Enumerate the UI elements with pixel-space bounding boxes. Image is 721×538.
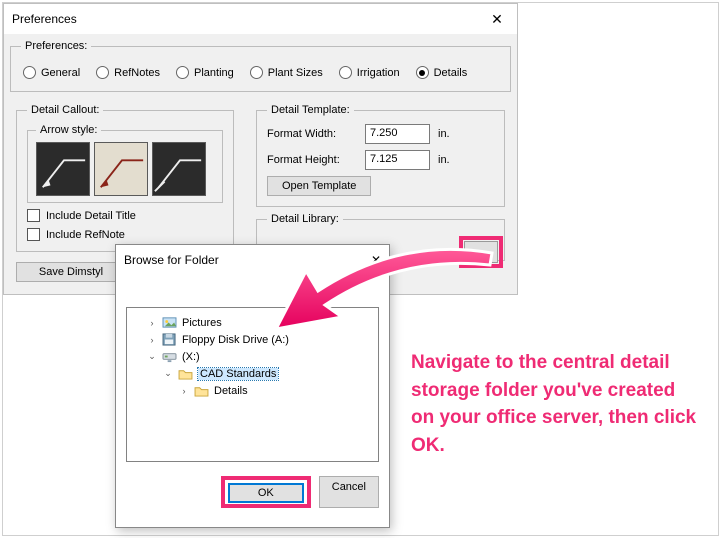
browse-folder-dialog: Browse for Folder ✕ › Pictures › Floppy … xyxy=(115,244,390,528)
format-height-input[interactable]: 7.125 xyxy=(365,150,430,170)
tab-plant-sizes[interactable]: Plant Sizes xyxy=(250,66,323,79)
tab-general[interactable]: General xyxy=(23,66,80,79)
ok-button[interactable]: OK xyxy=(228,483,304,503)
tab-refnotes[interactable]: RefNotes xyxy=(96,66,160,79)
tab-row: General RefNotes Planting Plant Sizes Ir… xyxy=(21,60,500,81)
browse-library-button[interactable]: ... xyxy=(464,241,498,263)
format-width-input[interactable]: 7.250 xyxy=(365,124,430,144)
tree-item-floppy[interactable]: › Floppy Disk Drive (A:) xyxy=(131,331,374,348)
arrow-style-3[interactable] xyxy=(152,142,206,196)
include-refnote-checkbox[interactable]: Include RefNote xyxy=(27,228,223,241)
cancel-button[interactable]: Cancel xyxy=(319,476,379,508)
arrow-style-group: Arrow style: xyxy=(27,124,223,203)
tab-details[interactable]: Details xyxy=(416,66,468,79)
folder-icon xyxy=(178,367,193,380)
tab-irrigation[interactable]: Irrigation xyxy=(339,66,400,79)
include-detail-title-checkbox[interactable]: Include Detail Title xyxy=(27,209,223,222)
preferences-group: Preferences: General RefNotes Planting P… xyxy=(10,40,511,92)
detail-callout-group: Detail Callout: Arrow style: xyxy=(16,104,234,252)
annotation-highlight-ok: OK xyxy=(221,476,311,508)
annotation-caption: Navigate to the central detail storage f… xyxy=(411,349,701,459)
folder-icon xyxy=(194,384,209,397)
tree-item-details[interactable]: › Details xyxy=(131,382,374,399)
tree-item-pictures[interactable]: › Pictures xyxy=(131,314,374,331)
arrow-style-2[interactable] xyxy=(94,142,148,196)
tree-item-xdrive[interactable]: ⌄ (X:) xyxy=(131,348,374,365)
format-height-label: Format Height: xyxy=(267,154,357,166)
titlebar: Preferences ✕ xyxy=(4,4,517,34)
pictures-icon xyxy=(162,316,177,329)
close-icon[interactable]: ✕ xyxy=(485,11,509,28)
format-width-label: Format Width: xyxy=(267,128,357,140)
arrow-style-1[interactable] xyxy=(36,142,90,196)
browse-dialog-title: Browse for Folder xyxy=(124,253,219,267)
open-template-button[interactable]: Open Template xyxy=(267,176,371,196)
tree-item-cad-standards[interactable]: ⌄ CAD Standards xyxy=(131,365,374,382)
floppy-icon xyxy=(162,333,177,346)
network-drive-icon xyxy=(162,350,177,363)
detail-template-group: Detail Template: Format Width: 7.250 in.… xyxy=(256,104,505,207)
close-icon[interactable]: ✕ xyxy=(371,253,381,267)
preferences-legend: Preferences: xyxy=(21,40,91,52)
save-dimstyle-button[interactable]: Save Dimstyl xyxy=(16,262,126,282)
window-title: Preferences xyxy=(12,12,77,26)
tab-planting[interactable]: Planting xyxy=(176,66,234,79)
folder-tree[interactable]: › Pictures › Floppy Disk Drive (A:) ⌄ (X… xyxy=(126,307,379,462)
